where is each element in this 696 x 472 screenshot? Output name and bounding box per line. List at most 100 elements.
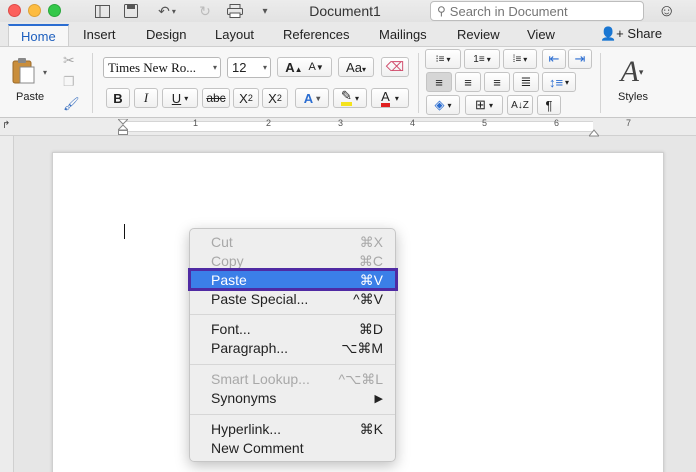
tab-layout[interactable]: Layout [215,27,254,42]
sort-button[interactable]: A↓Z [507,95,533,115]
font-color-button[interactable]: A ▾ [371,88,409,108]
ruler-number: 3 [338,118,344,128]
ruler-number: 6 [554,118,560,128]
highlight-color-button[interactable]: ✎ ▾ [333,88,367,108]
bullets-button[interactable]: ⁝≡ ▾ [425,49,461,69]
sort-az-icon: A↓Z [511,99,529,111]
tab-mailings[interactable]: Mailings [379,27,427,42]
menu-divider [190,414,395,415]
ruler-number: 2 [266,118,272,128]
share-label: Share [627,26,663,41]
menu-item-paragraph[interactable]: Paragraph... ⌥⌘M [190,339,395,358]
justify-button[interactable]: ≣ [513,72,539,92]
tab-home[interactable]: Home [8,24,69,46]
paint-bucket-icon: ◈ [434,97,445,112]
menu-item-paste-special[interactable]: Paste Special... ^⌘V [190,290,395,309]
horizontal-ruler[interactable]: ↱ 1 2 3 4 5 6 7 [0,118,696,137]
font-name-field[interactable]: Times New Ro... ▾ [103,57,221,78]
decrease-indent-button[interactable]: ⇤ [542,49,566,69]
numbering-button[interactable]: 1≡ ▾ [464,49,500,69]
chevron-down-icon: ▾ [262,63,267,72]
font-color-icon: A [381,90,390,107]
align-center-button[interactable]: ≡ [455,72,481,92]
menu-item-hyperlink[interactable]: Hyperlink... ⌘K [190,420,395,439]
styles-icon[interactable]: A ▾ [614,55,650,89]
increase-indent-button[interactable]: ⇥ [568,49,592,69]
ruler-number: 7 [626,118,632,128]
tab-view[interactable]: View [527,27,555,42]
show-formatting-button[interactable]: ¶ [537,95,561,115]
copy-icon: ❐ [63,74,75,89]
italic-button[interactable]: I [134,88,158,108]
underline-button[interactable]: U ▾ [162,88,198,108]
font-size-field[interactable]: 12 ▾ [227,57,271,78]
ruler-number: 5 [482,118,488,128]
vertical-ruler[interactable] [0,136,14,472]
print-icon[interactable] [226,2,244,20]
tab-review[interactable]: Review [457,27,500,42]
menu-divider [190,364,395,365]
decrease-indent-icon: ⇤ [548,51,560,66]
line-spacing-icon: ↕≡ [548,74,564,90]
line-spacing-button[interactable]: ↕≡ ▾ [542,72,576,92]
align-left-button[interactable]: ≡ [426,72,452,92]
font-grow-shrink-buttons[interactable]: A▲ A▼ [277,57,332,77]
borders-icon: ⊞ [475,97,486,112]
zoom-window-button[interactable] [48,4,61,17]
sidebar-toggle-icon[interactable] [93,2,111,20]
tab-stop-selector-icon[interactable]: ↱ [2,120,10,131]
menu-item-new-comment[interactable]: New Comment [190,439,395,458]
superscript-button[interactable]: X2 [262,88,288,108]
multilevel-list-button[interactable]: ⁞≡ ▾ [503,49,537,69]
document-title: Document1 [309,3,381,19]
eraser-icon: ⌫ [385,59,405,74]
menu-item-font[interactable]: Font... ⌘D [190,320,395,339]
tab-insert[interactable]: Insert [83,27,116,42]
menu-item-smart-lookup: Smart Lookup... ^⌥⌘L [211,371,383,387]
menu-item-synonyms[interactable]: Synonyms ▶ [190,389,395,408]
clear-formatting-button[interactable]: ⌫ [381,57,409,77]
text-effects-button[interactable]: A ▾ [295,88,329,108]
text-effects-icon: A [303,90,314,106]
search-input[interactable] [449,3,630,19]
change-case-button[interactable]: Aa▾ [338,57,374,77]
undo-icon[interactable]: ↶ ▾ [153,2,181,20]
paste-icon[interactable] [12,57,36,85]
subscript-button[interactable]: X2 [233,88,259,108]
paste-highlight-outline [188,268,398,291]
customize-toolbar-icon[interactable]: ▾ [258,2,272,20]
font-size-value: 12 [232,60,247,75]
indent-marker-icon[interactable] [116,118,130,135]
minimize-window-button[interactable] [28,4,41,17]
ribbon-home: Paste ▾ ✂ ❐ 🖌 Times New Ro... ▾ 12 ▾ A▲ … [0,46,696,118]
close-window-button[interactable] [8,4,21,17]
align-right-button[interactable]: ≡ [484,72,510,92]
search-icon: ⚲ [437,4,446,18]
save-icon[interactable] [122,2,140,20]
ribbon-tabs: Home Insert Design Layout References Mai… [0,22,696,46]
paste-dropdown-icon[interactable]: ▾ [43,63,47,81]
ruler-number: 1 [193,118,199,128]
shrink-font-icon[interactable]: A▼ [309,61,324,73]
submenu-arrow-icon: ▶ [374,393,383,405]
bold-button[interactable]: B [106,88,130,108]
grow-font-icon[interactable]: A▲ [285,60,302,75]
right-indent-marker-icon[interactable] [587,125,601,137]
font-name-value: Times New Ro... [108,60,197,75]
strikethrough-button[interactable]: abc [202,88,230,108]
align-right-icon: ≡ [493,74,501,90]
multilevel-list-icon: ⁞≡ [512,53,522,65]
feedback-smiley-icon[interactable]: ☺ [658,1,675,21]
shading-button[interactable]: ◈ ▾ [426,95,460,115]
borders-button[interactable]: ⊞ ▾ [465,95,503,115]
search-field[interactable]: ⚲ [430,1,644,21]
chevron-down-icon: ▾ [212,63,217,72]
share-button[interactable]: 👤+ Share [600,26,662,42]
tab-references[interactable]: References [283,27,349,42]
format-painter-icon[interactable]: 🖌 [63,95,80,113]
pilcrow-icon: ¶ [545,97,553,113]
numbered-list-icon: 1≡ [473,53,485,65]
redo-icon: ↻ [199,2,211,19]
tab-design[interactable]: Design [146,27,186,42]
styles-label: Styles [618,91,648,103]
